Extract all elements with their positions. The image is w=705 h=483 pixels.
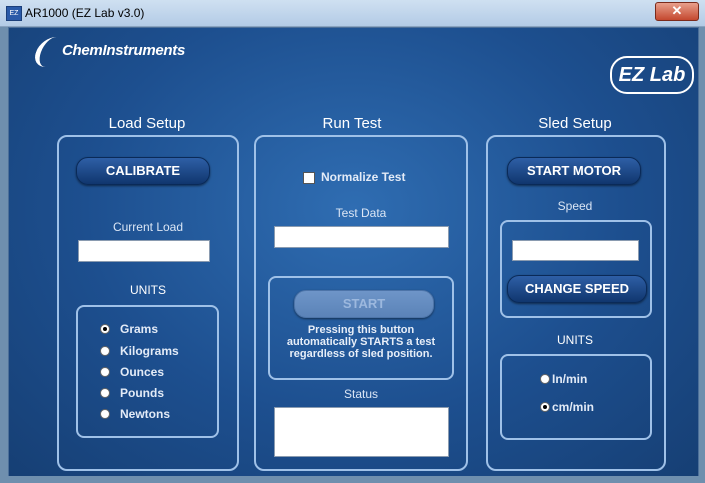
change-speed-button[interactable]: CHANGE SPEED bbox=[507, 275, 647, 303]
title-bar: EZ AR1000 (EZ Lab v3.0) ✕ bbox=[0, 0, 705, 27]
status-field bbox=[274, 407, 449, 457]
normalize-checkbox[interactable] bbox=[303, 172, 315, 184]
logo-text: ChemInstruments bbox=[62, 42, 186, 59]
sled-units-label: UNITS bbox=[557, 333, 593, 347]
radio-selected-icon[interactable] bbox=[540, 401, 550, 412]
calibrate-button[interactable]: CALIBRATE bbox=[76, 157, 210, 185]
radio-icon[interactable] bbox=[100, 345, 110, 356]
radio-icon[interactable] bbox=[100, 387, 110, 398]
unit-option-in-min[interactable]: In/min bbox=[540, 372, 587, 386]
test-data-field[interactable] bbox=[274, 226, 449, 248]
app-icon: EZ bbox=[6, 6, 22, 21]
start-info-text: Pressing this button automatically START… bbox=[286, 324, 436, 360]
close-button[interactable]: ✕ bbox=[655, 2, 699, 21]
unit-option-ounces[interactable]: Ounces bbox=[100, 365, 164, 379]
unit-option-cm-min[interactable]: cm/min bbox=[540, 400, 594, 414]
unit-option-grams[interactable]: Grams bbox=[100, 322, 158, 336]
load-units-label: UNITS bbox=[130, 283, 166, 297]
current-load-field[interactable] bbox=[78, 240, 210, 262]
radio-selected-icon[interactable] bbox=[100, 323, 110, 334]
test-data-label: Test Data bbox=[335, 206, 387, 220]
speed-label: Speed bbox=[557, 199, 593, 213]
window-frame-bottom bbox=[0, 476, 705, 483]
sled-setup-title: Sled Setup bbox=[538, 115, 612, 132]
speed-field[interactable] bbox=[512, 240, 639, 261]
radio-icon[interactable] bbox=[100, 408, 110, 419]
ezlab-logo: EZ Lab bbox=[610, 56, 694, 94]
start-button[interactable]: START bbox=[294, 290, 434, 318]
load-setup-title: Load Setup bbox=[108, 115, 186, 132]
speed-group bbox=[500, 220, 652, 318]
radio-icon[interactable] bbox=[100, 366, 110, 377]
radio-icon[interactable] bbox=[540, 373, 550, 384]
status-label: Status bbox=[343, 387, 379, 401]
window-title: AR1000 (EZ Lab v3.0) bbox=[25, 6, 145, 20]
unit-option-pounds[interactable]: Pounds bbox=[100, 386, 164, 400]
unit-option-newtons[interactable]: Newtons bbox=[100, 407, 170, 421]
run-test-title: Run Test bbox=[322, 115, 382, 132]
cheminstruments-logo: ChemInstruments bbox=[30, 35, 196, 67]
start-motor-button[interactable]: START MOTOR bbox=[507, 157, 641, 185]
normalize-test-label: Normalize Test bbox=[321, 170, 406, 184]
sled-units-group bbox=[500, 354, 652, 440]
unit-option-kilograms[interactable]: Kilograms bbox=[100, 344, 179, 358]
current-load-label: Current Load bbox=[112, 220, 184, 234]
